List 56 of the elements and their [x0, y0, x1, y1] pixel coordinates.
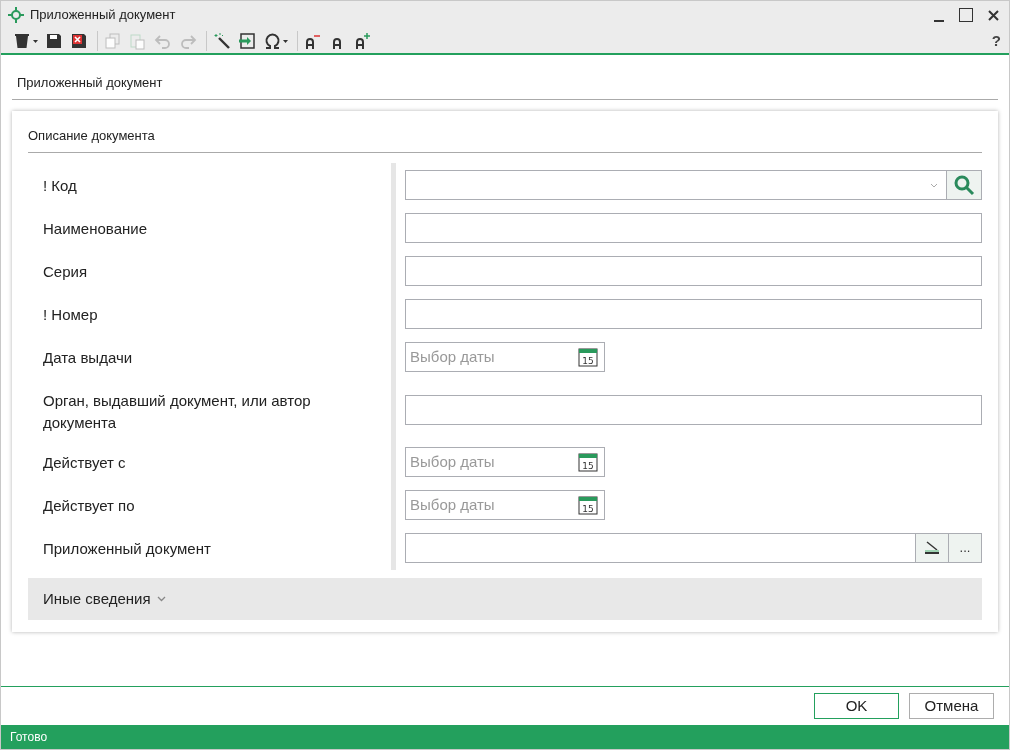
close-document-icon [70, 32, 88, 50]
file-field[interactable] [405, 533, 916, 563]
field-label: Действует с [43, 453, 127, 473]
date-placeholder: Выбор даты [410, 451, 495, 472]
save-icon [45, 32, 63, 50]
field-label: Серия [43, 262, 89, 282]
field-label: Действует по [43, 496, 136, 516]
card-title: Описание документа [28, 126, 156, 145]
field-label: Дата выдачи [43, 348, 134, 368]
insert-icon [238, 32, 256, 50]
field-label: Орган, выдавший документ, или автор документа [43, 391, 312, 433]
caret-icon [283, 39, 288, 43]
dialog-button[interactable]: Отмена [909, 693, 994, 719]
scan-button[interactable] [916, 533, 949, 563]
chevron-down-icon [930, 182, 938, 188]
trash-icon [13, 32, 31, 50]
field-label: Наименование [43, 219, 148, 239]
input-field[interactable] [405, 299, 982, 329]
redo-icon [179, 32, 197, 50]
help-button[interactable]: ? [991, 29, 1001, 53]
calendar-icon: 15 [578, 495, 598, 515]
font-smaller-icon [304, 32, 322, 50]
field-label: ! Код [43, 176, 78, 196]
date-field[interactable]: Выбор даты 15 [405, 342, 605, 372]
date-field[interactable]: Выбор даты 15 [405, 490, 605, 520]
browse-button[interactable]: ... [949, 533, 982, 563]
date-field[interactable]: Выбор даты 15 [405, 447, 605, 477]
status-text: Готово [10, 729, 48, 746]
field-label: ! Номер [43, 305, 99, 325]
close-button[interactable] [986, 8, 1000, 22]
maximize-button[interactable] [959, 8, 973, 22]
expander-header[interactable]: Иные сведения [28, 578, 982, 620]
search-button[interactable] [947, 170, 982, 200]
omega-icon [263, 32, 281, 50]
copy-icon [104, 32, 122, 50]
app-logo-icon [8, 7, 24, 23]
scanner-icon [924, 541, 940, 555]
calendar-icon: 15 [578, 347, 598, 367]
font-larger-icon [354, 32, 372, 50]
undo-icon [154, 32, 172, 50]
date-placeholder: Выбор даты [410, 346, 495, 367]
paste-icon [129, 32, 147, 50]
date-placeholder: Выбор даты [410, 494, 495, 515]
search-icon [953, 174, 975, 196]
input-field[interactable] [405, 394, 982, 425]
input-field[interactable] [405, 256, 982, 286]
chevron-down-icon [156, 596, 166, 602]
window-title: Приложенный документ [30, 6, 176, 25]
magic-wand-icon [213, 32, 231, 50]
input-field[interactable] [405, 213, 982, 243]
calendar-icon: 15 [578, 452, 598, 472]
field-label: Приложенный документ [43, 539, 212, 559]
dialog-button[interactable]: OK [814, 693, 899, 719]
caret-icon [33, 39, 38, 43]
close-icon [987, 9, 999, 21]
section-title: Приложенный документ [17, 74, 164, 92]
